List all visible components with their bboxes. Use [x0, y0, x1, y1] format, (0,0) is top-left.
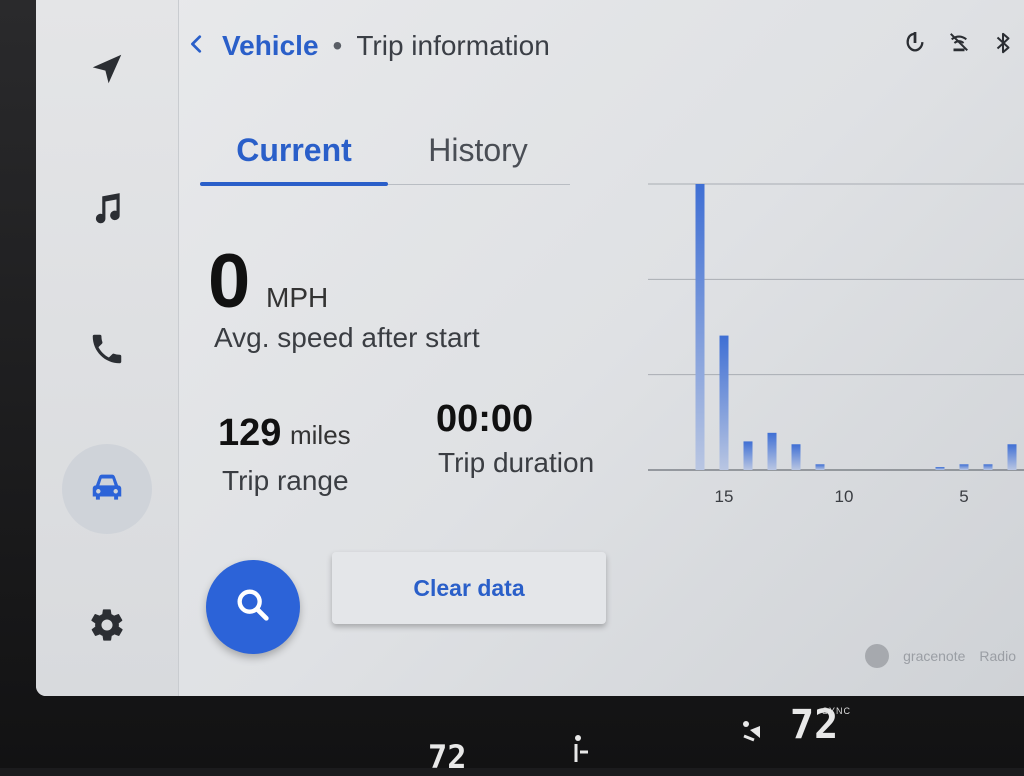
- breadcrumb-vehicle-link[interactable]: Vehicle: [222, 30, 319, 62]
- fan-icon: [740, 716, 774, 751]
- chart-bar: [959, 464, 969, 470]
- bluetooth-icon: [992, 30, 1014, 61]
- page-title: Trip information: [356, 30, 550, 61]
- climate-panel: [0, 696, 1024, 768]
- avg-speed-unit: MPH: [266, 282, 329, 313]
- search-button[interactable]: [206, 560, 300, 654]
- trip-range-value: 129: [218, 412, 282, 454]
- clear-data-button[interactable]: Clear data: [332, 552, 606, 624]
- chart-bar: [695, 184, 705, 470]
- trip-tabs: Current History: [200, 108, 570, 186]
- trip-history-chart: 15 10 5: [648, 183, 1024, 506]
- sidebar-item-phone[interactable]: [62, 306, 152, 396]
- no-signal-icon: [948, 30, 970, 61]
- gracenote-logo-icon: [865, 644, 890, 668]
- seat-heat-icon: [570, 734, 590, 769]
- gracenote-label: gracenote: [903, 648, 966, 664]
- sync-label: SYNC: [822, 706, 852, 716]
- chart-bar: [983, 464, 993, 470]
- chart-bar: [935, 467, 945, 470]
- avg-speed-label: Avg. speed after start: [214, 322, 480, 353]
- infotainment-screen: Vehicle • Trip information Current Histo…: [36, 0, 1024, 696]
- chart-tick-label: 10: [835, 487, 854, 506]
- chart-bar: [743, 441, 753, 470]
- tab-current[interactable]: Current: [200, 120, 388, 180]
- active-tab-indicator: [200, 182, 388, 186]
- search-icon: [233, 585, 273, 630]
- chart-tick-label: 15: [715, 487, 734, 506]
- chart-bar: [719, 335, 729, 470]
- avg-speed-value: 0: [208, 239, 251, 324]
- sidebar-item-vehicle[interactable]: [62, 444, 152, 534]
- wireless-charging-icon: [904, 30, 926, 61]
- status-bar: [904, 30, 1014, 61]
- left-temperature: 72: [428, 738, 467, 776]
- chart-tick-label: 5: [959, 487, 968, 506]
- breadcrumb-separator: •: [332, 30, 343, 61]
- phone-icon: [88, 330, 126, 373]
- chart-bar: [815, 464, 825, 470]
- chart-bar: [1007, 444, 1017, 470]
- chart-bar: [791, 444, 801, 470]
- trip-duration-label: Trip duration: [438, 447, 595, 478]
- trip-range-label: Trip range: [222, 465, 349, 496]
- gear-icon: [88, 606, 126, 649]
- trip-duration-value: 00:00: [436, 398, 534, 440]
- back-chevron-icon[interactable]: [186, 30, 208, 62]
- sidebar-item-navigation[interactable]: [62, 26, 152, 116]
- tab-history[interactable]: History: [388, 120, 568, 180]
- attribution: gracenote Radio: [865, 644, 1016, 668]
- sidebar: [36, 0, 179, 696]
- breadcrumb: Vehicle • Trip information: [186, 26, 550, 66]
- sidebar-item-settings[interactable]: [62, 582, 152, 672]
- music-note-icon: [88, 190, 126, 233]
- radio-label: Radio: [979, 648, 1016, 664]
- car-icon: [88, 468, 126, 511]
- trip-range-unit: miles: [290, 420, 351, 450]
- navigation-arrow-icon: [88, 50, 126, 93]
- chart-bar: [767, 432, 777, 470]
- sidebar-item-music[interactable]: [62, 166, 152, 256]
